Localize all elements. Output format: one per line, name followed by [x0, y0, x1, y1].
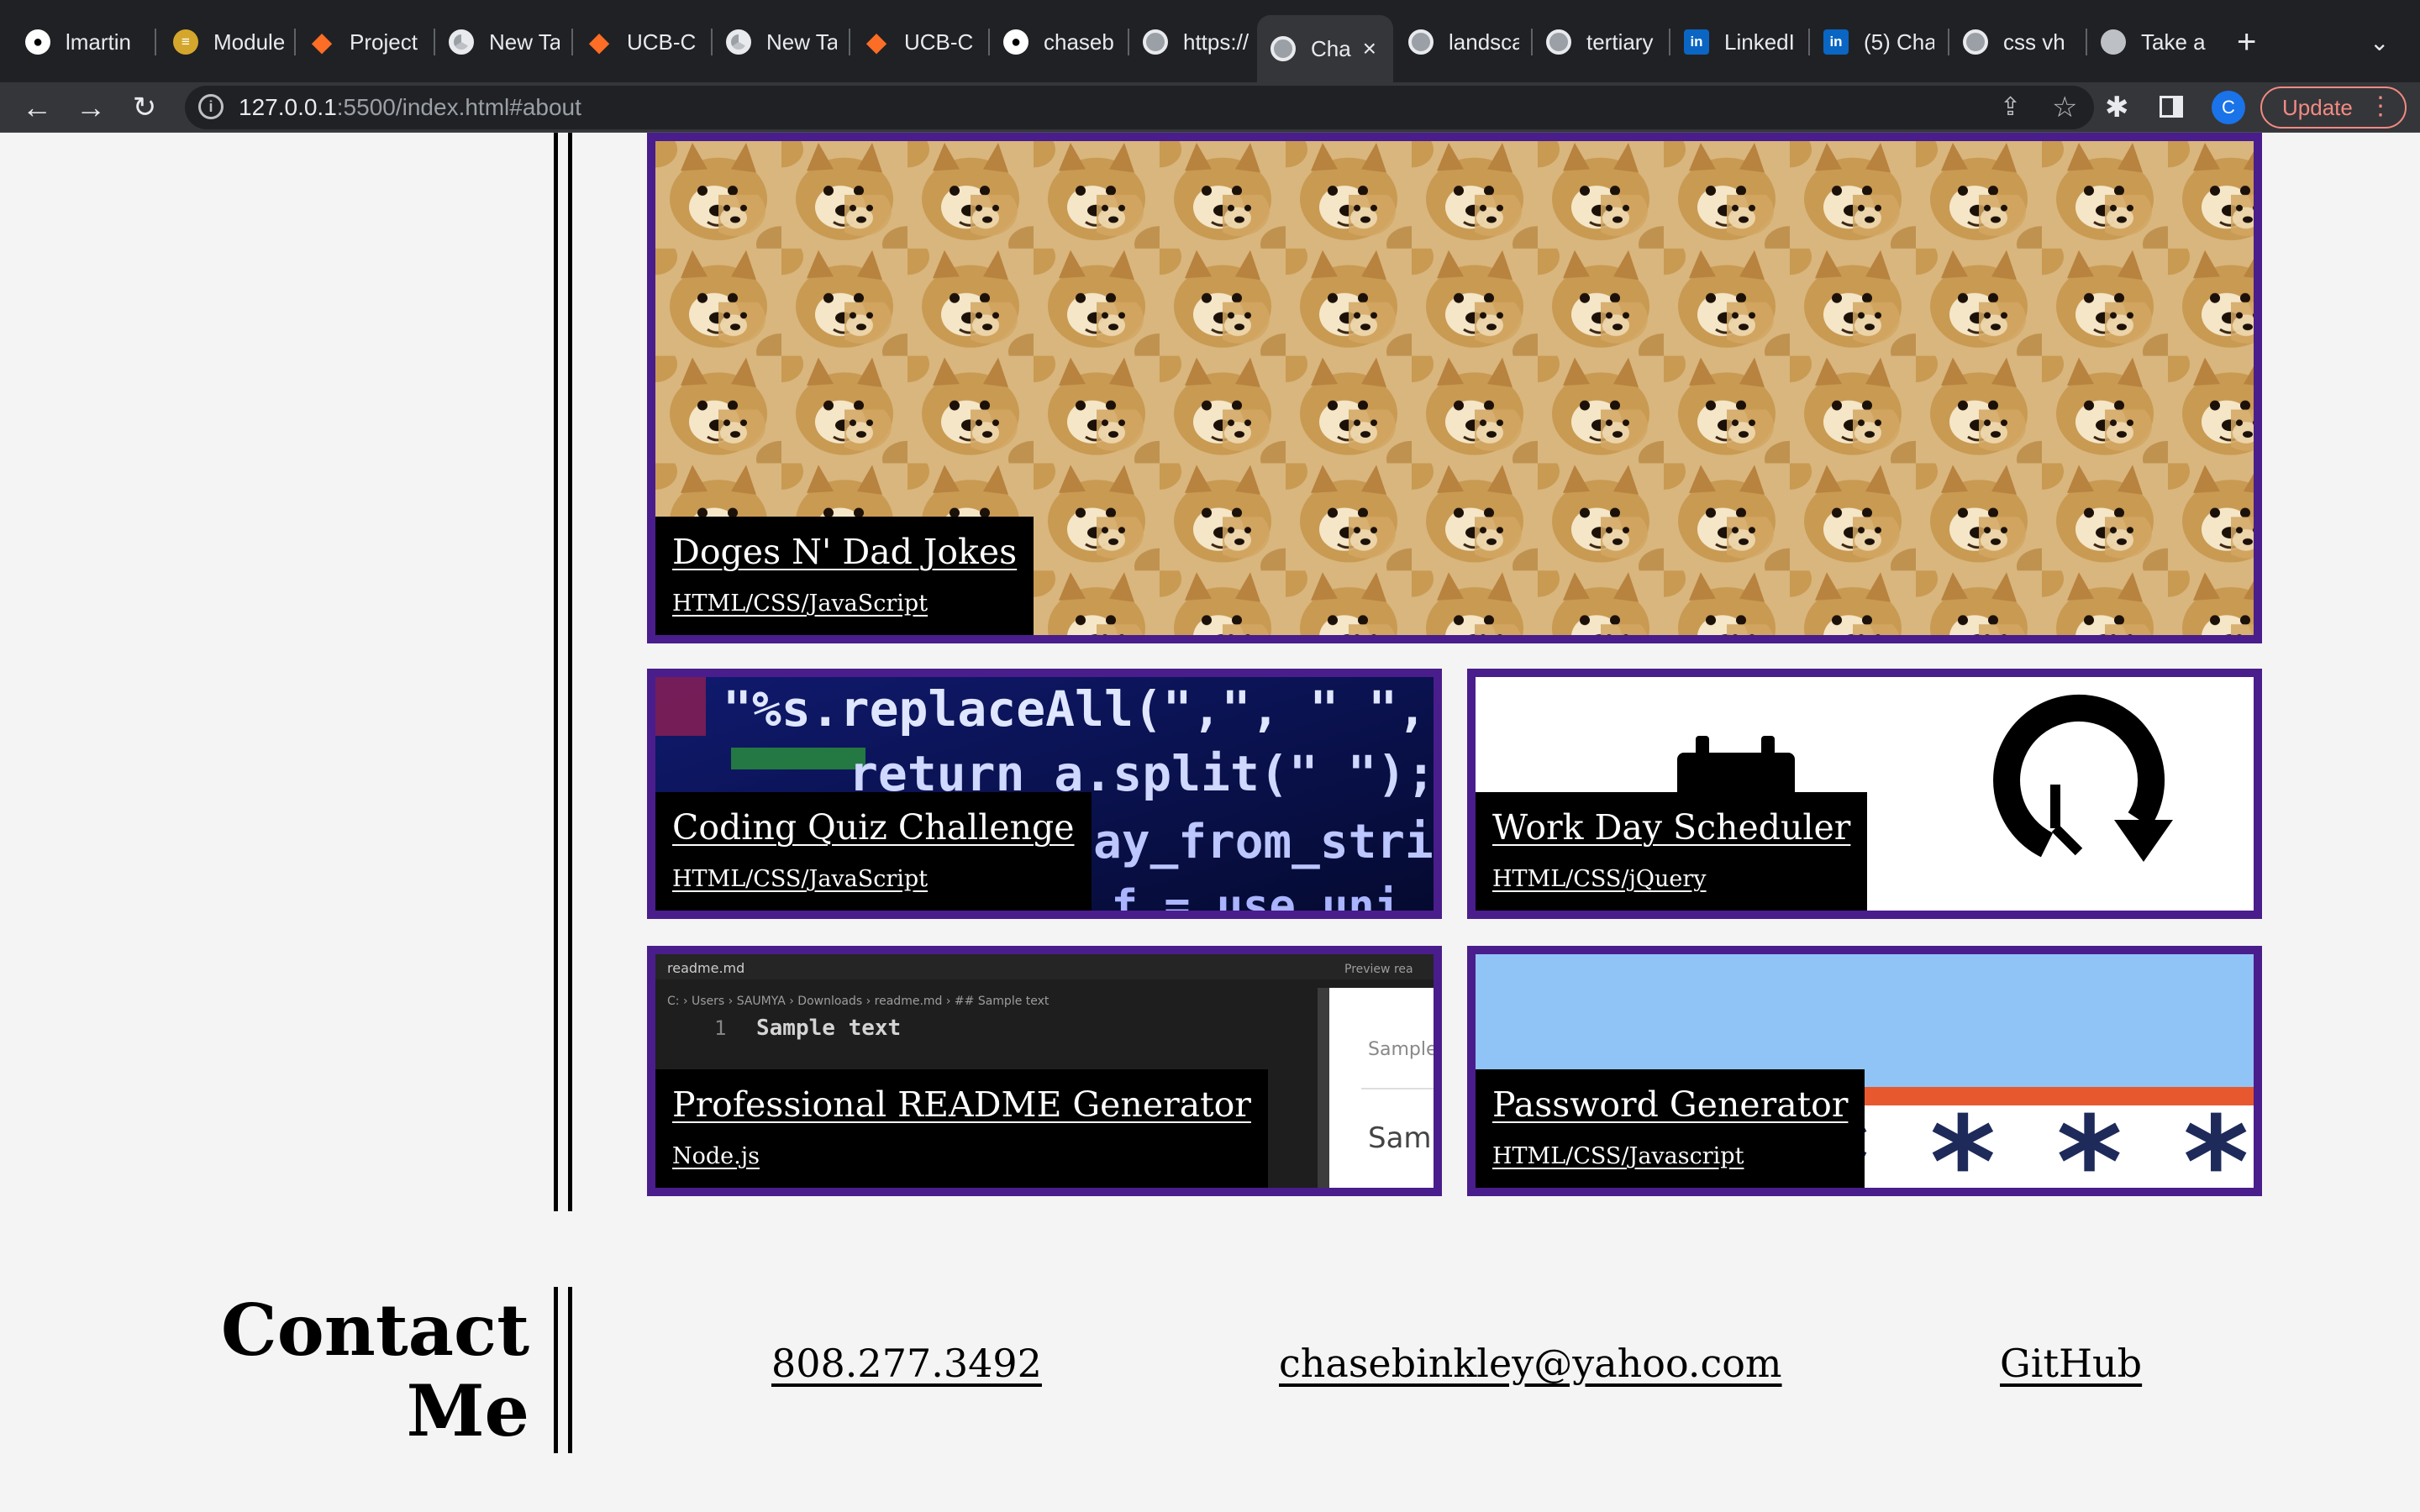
preview-tab: Preview rea: [1344, 963, 1413, 976]
page-viewport: Doges N' Dad Jokes HTML/CSS/JavaScript "…: [0, 133, 2420, 1512]
project-title-link[interactable]: Professional README Generator: [672, 1084, 1251, 1125]
section-divider: [554, 1287, 572, 1453]
address-bar[interactable]: i 127.0.0.1:5500/index.html#about ⇪ ☆: [185, 86, 2094, 129]
project-caption: Doges N' Dad Jokes HTML/CSS/JavaScript: [655, 517, 1034, 635]
project-tech-link[interactable]: HTML/CSS/Javascript: [1492, 1143, 1848, 1169]
tab[interactable]: css vh: [1949, 15, 2087, 69]
tab[interactable]: ◆ UCB-C: [850, 15, 990, 69]
update-button[interactable]: Update ⋮: [2260, 87, 2407, 129]
project-title-link[interactable]: Coding Quiz Challenge: [672, 807, 1075, 848]
project-card-doges[interactable]: Doges N' Dad Jokes HTML/CSS/JavaScript: [647, 133, 2262, 643]
globe-icon: [1546, 29, 1571, 55]
linkedin-icon: in: [1684, 29, 1709, 55]
phone-link[interactable]: 808.277.3492: [771, 1341, 1042, 1386]
gitlab-icon: ◆: [312, 28, 332, 56]
code-line: "%s.replaceAll(",", " ", a): [723, 680, 1434, 738]
address-url[interactable]: 127.0.0.1:5500/index.html#about: [239, 94, 581, 121]
project-caption: Password Generator HTML/CSS/Javascript: [1476, 1069, 1865, 1188]
globe-icon: [1408, 29, 1434, 55]
tab[interactable]: ≡ Module: [160, 15, 296, 69]
tab[interactable]: landsca: [1395, 15, 1533, 69]
more-vert-icon: ⋮: [2368, 92, 2393, 120]
reload-icon[interactable]: ↻: [124, 87, 165, 128]
code-line: ( f = use uni: [1059, 881, 1401, 911]
tab[interactable]: New Ta: [713, 15, 850, 69]
tab-strip: ● lmartin ≡ Module ◆ Project New Ta ◆ UCB-C …: [0, 0, 2420, 82]
password-mask: * * * * *: [1803, 1090, 2254, 1188]
tab[interactable]: ● chaseb: [990, 15, 1129, 69]
tab-active[interactable]: Cha ×: [1257, 15, 1393, 82]
project-card-readme-generator[interactable]: readme.md C: › Users › SAUMYA › Download…: [647, 946, 1442, 1196]
tab[interactable]: Take a: [2087, 15, 2213, 69]
project-card-password-generator[interactable]: * * * * * Password Generator HTML/CSS/Ja…: [1467, 946, 2262, 1196]
globe-icon: [1143, 29, 1168, 55]
project-title-link[interactable]: Password Generator: [1492, 1084, 1848, 1125]
tab[interactable]: ◆ UCB-C: [573, 15, 713, 69]
gitlab-icon: ◆: [589, 28, 609, 56]
tab[interactable]: tertiary: [1533, 15, 1670, 69]
project-title-link[interactable]: Doges N' Dad Jokes: [672, 532, 1017, 572]
contact-heading: Contact Me: [220, 1289, 529, 1452]
project-card-coding-quiz[interactable]: "%s.replaceAll(",", " ", a) return a.spl…: [647, 669, 1442, 919]
email-link[interactable]: chasebinkley@yahoo.com: [1279, 1341, 1782, 1386]
extensions-icon[interactable]: ✱: [2105, 91, 2129, 124]
preview-text: Samp: [1368, 1121, 1434, 1155]
preview-text: Sample: [1368, 1039, 1434, 1060]
project-tech-link[interactable]: Node.js: [672, 1143, 1251, 1169]
tab[interactable]: ● lmartin: [12, 15, 156, 69]
back-icon[interactable]: ←: [17, 87, 57, 128]
gitlab-icon: ◆: [866, 28, 886, 56]
editor-line-number: 1: [714, 1016, 726, 1040]
tab[interactable]: https://: [1129, 15, 1257, 69]
forward-icon[interactable]: →: [71, 87, 111, 128]
github-icon: ●: [1003, 29, 1028, 55]
chrome-icon: [726, 29, 751, 55]
project-caption: Coding Quiz Challenge HTML/CSS/JavaScrip…: [655, 792, 1092, 911]
bookmark-star-icon[interactable]: ☆: [2052, 91, 2077, 124]
github-icon: ●: [25, 29, 50, 55]
module-icon: ≡: [173, 29, 198, 55]
globe-icon: [1270, 36, 1296, 61]
tab[interactable]: New Ta: [435, 15, 573, 69]
tab[interactable]: in LinkedI: [1670, 15, 1810, 69]
section-divider: [554, 133, 572, 1211]
project-tech-link[interactable]: HTML/CSS/JavaScript: [672, 866, 1075, 892]
share-icon[interactable]: ⇪: [2000, 92, 2021, 122]
info-icon[interactable]: i: [198, 94, 224, 119]
project-card-scheduler[interactable]: Work Day Scheduler HTML/CSS/jQuery: [1467, 669, 2262, 919]
new-tab-icon[interactable]: +: [2237, 24, 2256, 61]
project-tech-link[interactable]: HTML/CSS/jQuery: [1492, 866, 1850, 892]
apple-icon: [2101, 29, 2126, 55]
chevron-down-icon[interactable]: ⌄: [2370, 29, 2389, 56]
globe-icon: [1963, 29, 1988, 55]
editor-filename: readme.md: [667, 960, 744, 976]
side-panel-icon[interactable]: [2160, 96, 2183, 118]
browser-toolbar: ← → ↻ i 127.0.0.1:5500/index.html#about …: [0, 82, 2420, 133]
editor-breadcrumb: C: › Users › SAUMYA › Downloads › readme…: [667, 995, 1050, 1008]
tab[interactable]: ◆ Project: [296, 15, 435, 69]
tab[interactable]: in (5) Cha: [1810, 15, 1949, 69]
profile-avatar[interactable]: C: [2212, 91, 2245, 124]
project-title-link[interactable]: Work Day Scheduler: [1492, 807, 1850, 848]
project-caption: Professional README Generator Node.js: [655, 1069, 1268, 1188]
close-tab-icon[interactable]: ×: [1363, 35, 1376, 62]
project-caption: Work Day Scheduler HTML/CSS/jQuery: [1476, 792, 1868, 911]
github-link[interactable]: GitHub: [2000, 1341, 2142, 1386]
project-tech-link[interactable]: HTML/CSS/JavaScript: [672, 591, 1017, 617]
linkedin-icon: in: [1823, 29, 1849, 55]
editor-line-text: Sample text: [756, 1016, 901, 1041]
chrome-icon: [449, 29, 474, 55]
